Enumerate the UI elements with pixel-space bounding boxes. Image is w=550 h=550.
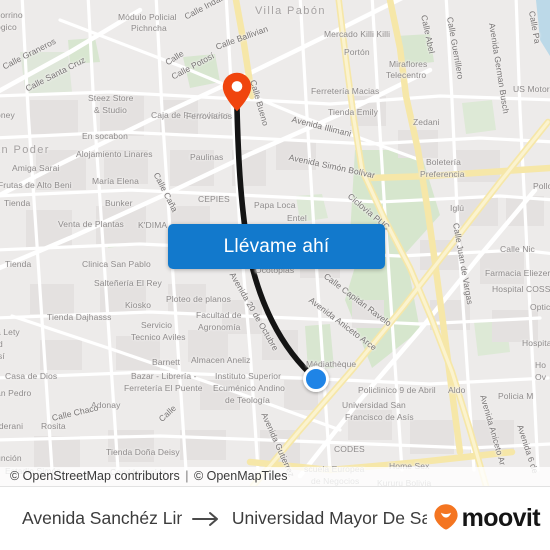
footer-origin-label[interactable]: Avenida Sanchéz Lim...: [22, 508, 182, 529]
route-footer-bar: Avenida Sanchéz Lim... Universidad Mayor…: [0, 486, 550, 550]
attribution-maptiles[interactable]: © OpenMapTiles: [194, 469, 288, 483]
footer-destination-label[interactable]: Universidad Mayor De San...: [232, 508, 427, 529]
moovit-route-screenshot: corrinoógicoCalle GranerosCalle Santa Cr…: [0, 0, 550, 550]
origin-location-dot[interactable]: [303, 366, 329, 392]
arrow-right-icon: [191, 511, 222, 527]
attribution-osm[interactable]: © OpenStreetMap contributors: [10, 469, 180, 483]
map-canvas[interactable]: corrinoógicoCalle GranerosCalle Santa Cr…: [0, 0, 550, 486]
attribution-separator: |: [185, 469, 189, 483]
map-attribution: © OpenStreetMap contributors | © OpenMap…: [0, 467, 550, 486]
moovit-wordmark: moovit: [461, 504, 541, 532]
destination-map-pin[interactable]: [222, 72, 252, 112]
moovit-pin-icon: [433, 503, 459, 535]
take-me-there-button[interactable]: Llévame ahí: [168, 224, 385, 269]
moovit-brand-logo[interactable]: moovit: [433, 503, 541, 535]
